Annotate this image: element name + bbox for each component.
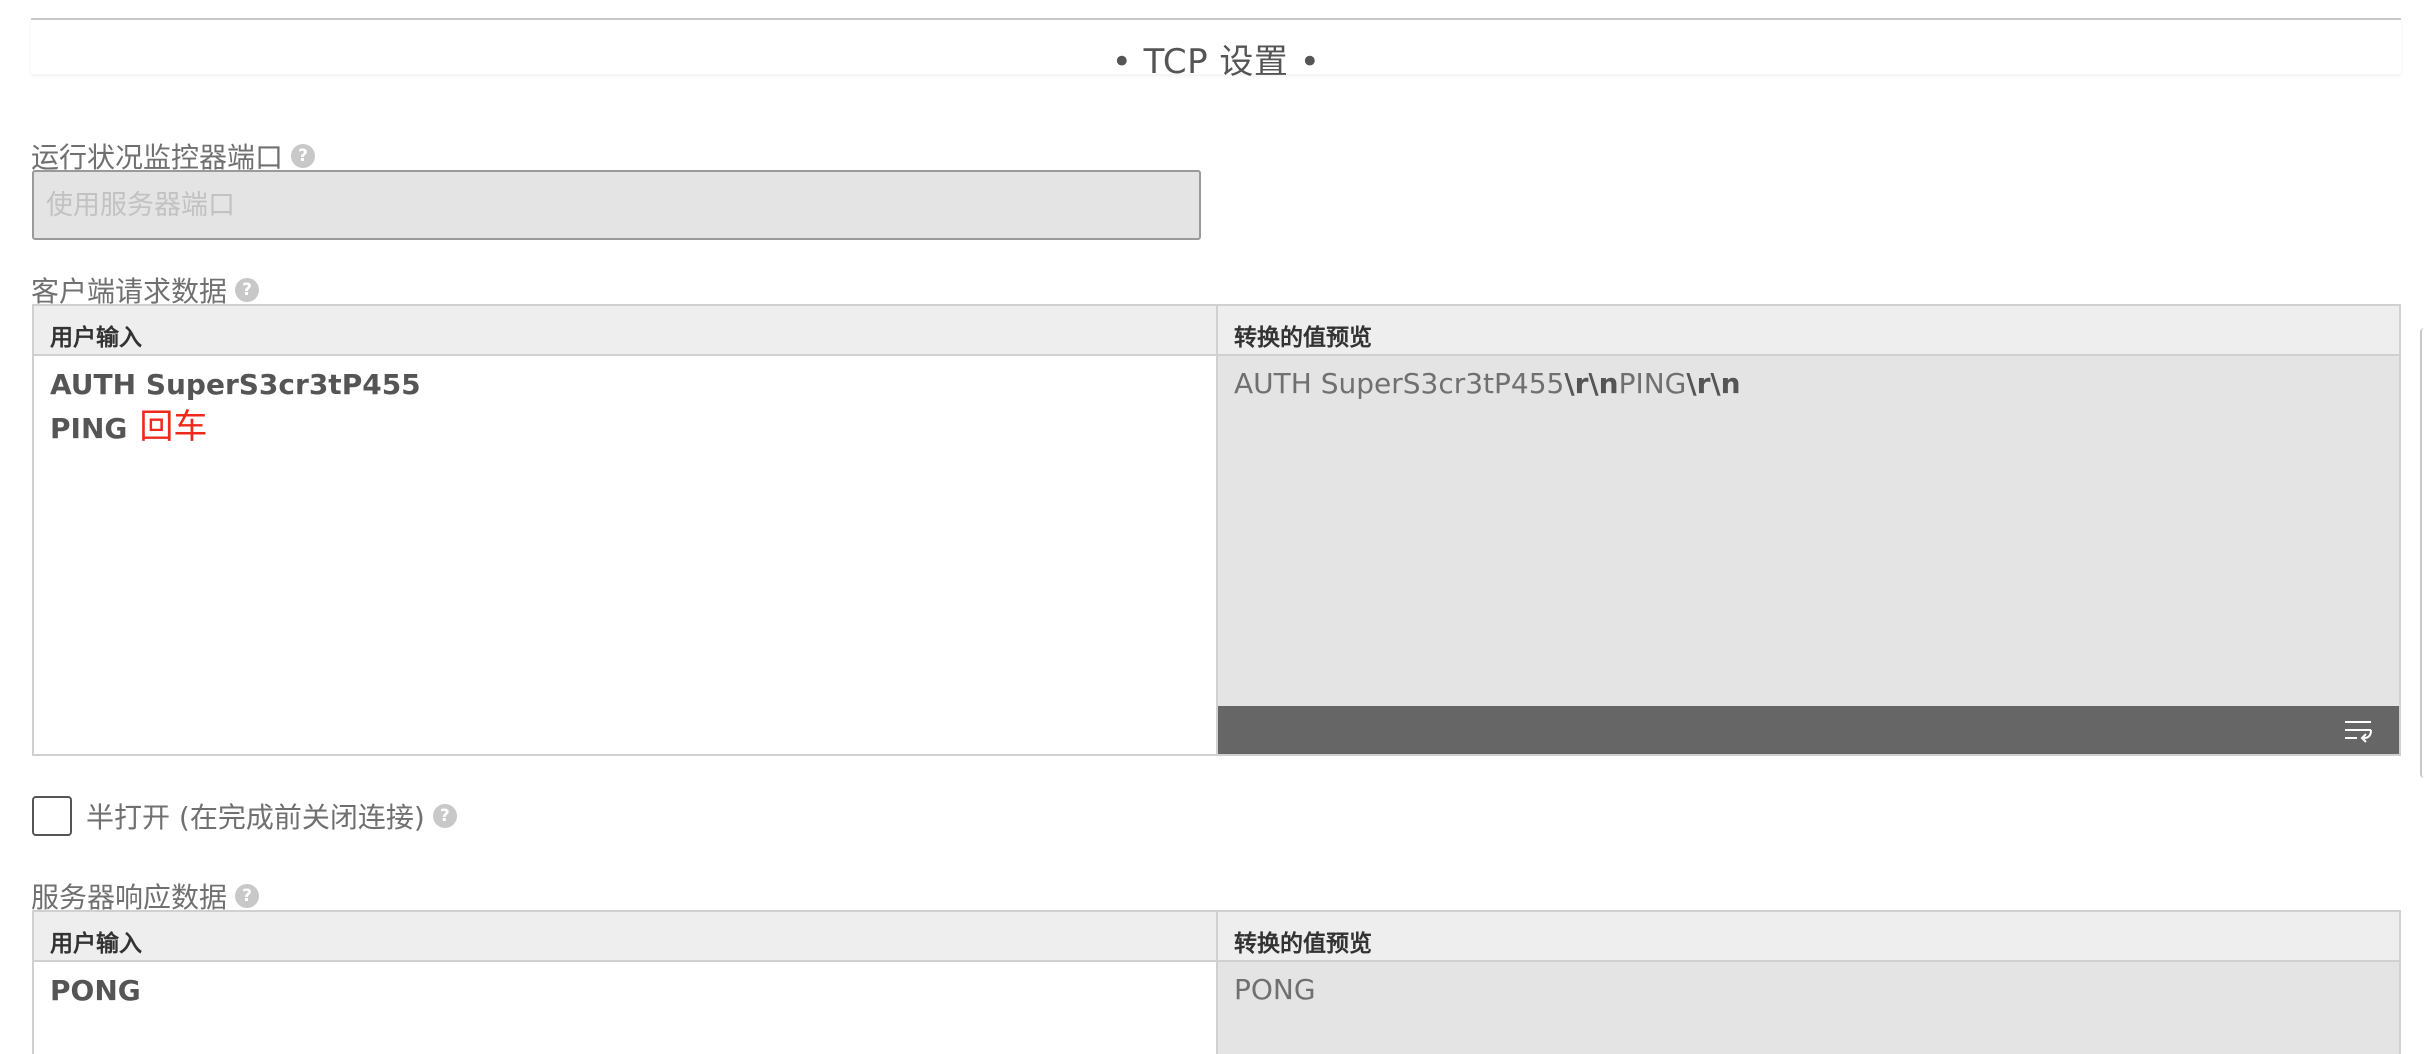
help-icon[interactable]: ? [432,804,457,828]
server-user-input-header: 用户输入 [34,912,1216,962]
preview-toolbar [1218,706,2399,754]
preview-escape: \r\n [1686,367,1741,400]
text-wrap-icon[interactable] [2343,718,2373,744]
server-preview-column: 转换的值预览 PONG [1218,912,2399,1054]
help-icon[interactable]: ? [291,144,316,168]
client-preview-column: 转换的值预览 AUTH SuperS3cr3tP455\r\nPING\r\n [1218,306,2399,754]
preview-text: AUTH SuperS3cr3tP455 [1234,367,1565,400]
client-request-textarea[interactable]: AUTH SuperS3cr3tP455 PING 回车 [34,356,1216,458]
section-header: • TCP 设置 • [31,18,2401,82]
half-open-label[interactable]: 半打开 (在完成前关闭连接) [86,796,425,836]
client-user-input-header: 用户输入 [34,306,1216,356]
half-open-checkbox[interactable] [32,796,72,836]
server-response-textarea[interactable]: PONG [34,962,1216,1020]
preview-escape: \r\n [1564,367,1619,400]
monitor-port-input[interactable] [32,170,1201,240]
server-preview-value: PONG [1234,973,1316,1006]
server-response-table: 用户输入 PONG 转换的值预览 PONG [32,910,2401,1054]
client-request-line: AUTH SuperS3cr3tP455 [50,368,421,401]
client-request-line-2: PING 回车 [50,406,1200,450]
enter-annotation: 回车 [139,407,208,447]
preview-text: PING [1618,367,1687,400]
client-request-table: 用户输入 AUTH SuperS3cr3tP455 PING 回车 转换的值预览 … [32,304,2401,756]
section-title: • TCP 设置 • [1111,42,1321,82]
help-icon[interactable]: ? [235,884,260,908]
scrollbar-edge[interactable] [2420,328,2424,778]
client-preview-header: 转换的值预览 [1218,306,2399,356]
server-preview-header: 转换的值预览 [1218,912,2399,962]
half-open-row: 半打开 (在完成前关闭连接) ? [32,796,457,836]
server-response-line: PONG [50,974,141,1007]
client-request-line: PING [50,412,128,445]
help-icon[interactable]: ? [235,278,260,302]
server-user-input-column: 用户输入 PONG [34,912,1218,1054]
client-preview-value: AUTH SuperS3cr3tP455\r\nPING\r\n [1218,356,2399,412]
client-user-input-column: 用户输入 AUTH SuperS3cr3tP455 PING 回车 [34,306,1218,754]
tcp-settings-page: • TCP 设置 • 运行状况监控器端口 ? 客户端请求数据 ? 用户输入 AU… [0,0,2424,1054]
